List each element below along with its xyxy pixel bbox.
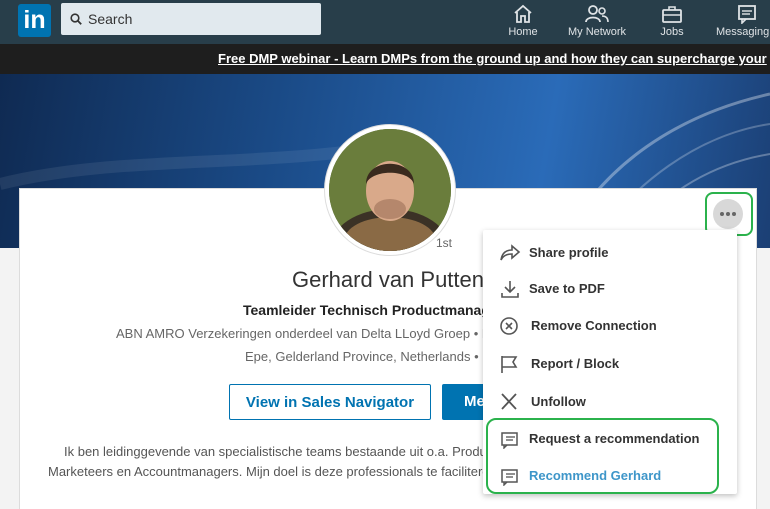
linkedin-logo[interactable]: in: [18, 4, 51, 37]
search-box[interactable]: Search: [61, 3, 321, 35]
more-actions-button[interactable]: [713, 199, 743, 229]
nav-item-messaging[interactable]: Messaging: [716, 4, 770, 42]
menu-item-label: Save to PDF: [529, 281, 605, 296]
view-in-sales-navigator-button[interactable]: View in Sales Navigator: [229, 384, 431, 420]
profile-name: Gerhard van Putten: [292, 267, 485, 292]
profile-summary-line: Marketeers en Accountmanagers. Mijn doel…: [48, 464, 497, 479]
menu-item-report-block[interactable]: Report / Block: [483, 346, 737, 382]
menu-item-label: Remove Connection: [531, 318, 657, 333]
download-icon: [501, 281, 519, 298]
menu-item-remove-connection[interactable]: Remove Connection: [483, 308, 737, 344]
search-placeholder: Search: [88, 11, 133, 27]
menu-item-unfollow[interactable]: Unfollow: [483, 384, 737, 420]
recommendation-highlight: [486, 418, 719, 494]
nav-label-jobs: Jobs: [660, 26, 684, 38]
menu-item-label: Share profile: [529, 245, 609, 260]
nav-item-home[interactable]: Home: [503, 4, 543, 42]
menu-item-share-profile[interactable]: Share profile: [483, 235, 737, 271]
share-icon: [500, 244, 521, 261]
nav-label-home: Home: [508, 26, 538, 38]
nav-item-jobs[interactable]: Jobs: [655, 4, 689, 42]
profile-summary-line: Ik ben leidinggevende van specialistisch…: [64, 444, 487, 459]
briefcase-icon: [662, 6, 682, 23]
menu-item-label: Unfollow: [531, 394, 586, 409]
avatar-portrait: [329, 129, 451, 251]
more-dot-icon: [732, 212, 736, 216]
nav-label-my-network: My Network: [567, 26, 627, 38]
profile-company: ABN AMRO Verzekeringen onderdeel van Del…: [116, 326, 493, 341]
more-dot-icon: [720, 212, 724, 216]
profile-headline: Teamleider Technisch Productmanag: [243, 302, 490, 318]
more-dot-icon: [726, 212, 730, 216]
menu-item-label: Report / Block: [531, 356, 620, 371]
network-icon: [585, 5, 609, 23]
messaging-icon: [738, 5, 756, 24]
close-icon: [501, 393, 517, 410]
ad-banner: Free DMP webinar - Learn DMPs from the g…: [0, 44, 770, 74]
nav-label-messaging: Messaging: [716, 26, 770, 38]
menu-item-save-to-pdf[interactable]: Save to PDF: [483, 271, 737, 307]
remove-circle-icon: [500, 317, 518, 335]
flag-icon: [501, 356, 518, 373]
nav-item-my-network[interactable]: My Network: [563, 4, 631, 42]
home-icon: [514, 4, 532, 23]
profile-location: Epe, Gelderland Province, Netherlands •: [245, 349, 479, 364]
top-nav: in Search Home My Network Jobs Messaging: [0, 0, 770, 44]
connection-degree: 1st: [436, 236, 453, 250]
search-icon: [70, 13, 82, 25]
ad-link[interactable]: Free DMP webinar - Learn DMPs from the g…: [218, 51, 767, 66]
